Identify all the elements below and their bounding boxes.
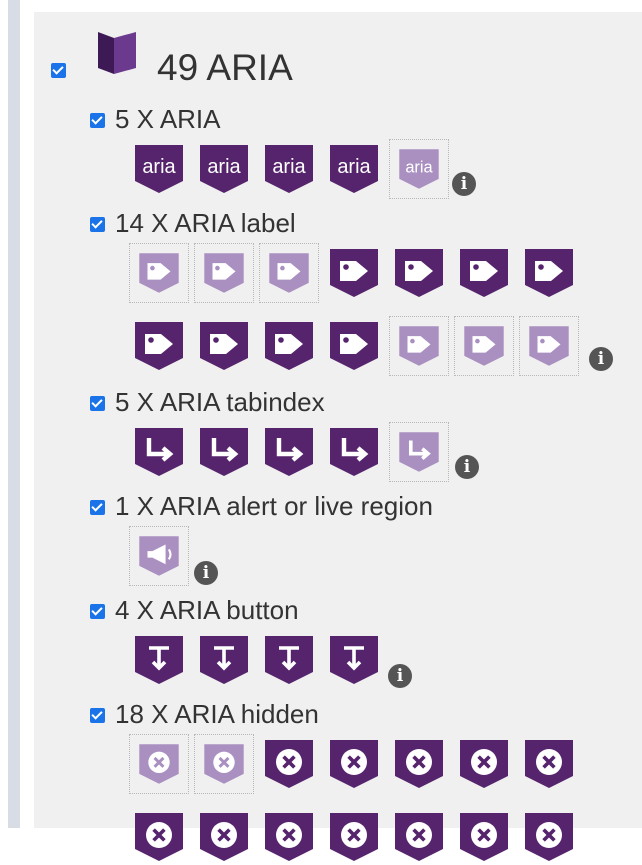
aria-glyph-text: aria <box>337 156 371 178</box>
aria-hidden-x-icon[interactable] <box>521 809 577 865</box>
aria-text-icon[interactable]: aria <box>131 141 187 197</box>
info-icon[interactable]: i <box>388 664 412 688</box>
info-icon[interactable]: i <box>452 172 476 196</box>
aria-label-tag-icon[interactable] <box>131 318 187 374</box>
info-icon[interactable]: i <box>589 347 613 371</box>
aria-hidden-x-icon[interactable] <box>456 809 512 865</box>
checkbox-aria-alert[interactable] <box>90 500 105 515</box>
aria-hidden-x-icon[interactable] <box>456 736 512 792</box>
aria-hidden-x-icon[interactable] <box>391 736 447 792</box>
category-title-aria-tabindex: 5 X ARIA tabindex <box>115 387 325 417</box>
info-icon[interactable]: i <box>194 561 218 585</box>
aria-tabindex-arrow-icon[interactable] <box>131 424 187 480</box>
aria-label-tag-icon[interactable] <box>261 318 317 374</box>
aria-group-checkbox[interactable] <box>51 63 66 78</box>
category-title-aria-label: 14 X ARIA label <box>115 208 296 238</box>
aria-label-tag-icon[interactable] <box>194 243 254 303</box>
aria-label-tag-icon[interactable] <box>521 245 577 301</box>
aria-text-icon[interactable]: aria <box>326 141 382 197</box>
aria-label-tag-icon[interactable] <box>129 243 189 303</box>
aria-button-pointer-icon[interactable] <box>131 632 187 688</box>
aria-label-tag-icon[interactable] <box>454 316 514 376</box>
aria-hidden-x-icon[interactable] <box>326 736 382 792</box>
category-title-aria-alert: 1 X ARIA alert or live region <box>115 491 433 521</box>
aria-glyph-text: aria <box>142 156 176 178</box>
aria-hidden-x-icon[interactable] <box>194 734 254 794</box>
aria-button-pointer-icon[interactable] <box>326 632 382 688</box>
aria-hidden-x-icon[interactable] <box>129 734 189 794</box>
aria-tabindex-arrow-icon[interactable] <box>261 424 317 480</box>
aria-group-title: 49 ARIA <box>157 47 293 88</box>
checkbox-aria-button[interactable] <box>90 604 105 619</box>
checkbox-aria-tabindex[interactable] <box>90 396 105 411</box>
checkbox-aria-label[interactable] <box>90 217 105 232</box>
aria-label-tag-icon[interactable] <box>456 245 512 301</box>
aria-text-icon[interactable]: aria <box>389 139 449 199</box>
aria-text-icon[interactable]: aria <box>261 141 317 197</box>
aria-button-pointer-icon[interactable] <box>261 632 317 688</box>
aria-button-pointer-icon[interactable] <box>196 632 252 688</box>
aria-tabindex-arrow-icon[interactable] <box>196 424 252 480</box>
aria-tabindex-arrow-icon[interactable] <box>389 422 449 482</box>
aria-tabindex-arrow-icon[interactable] <box>326 424 382 480</box>
category-title-aria-button: 4 X ARIA button <box>115 595 299 625</box>
aria-hidden-x-icon[interactable] <box>391 809 447 865</box>
aria-glyph-text: aria <box>207 156 241 178</box>
aria-hidden-x-icon[interactable] <box>521 736 577 792</box>
aria-label-tag-icon[interactable] <box>326 318 382 374</box>
aria-hidden-x-icon[interactable] <box>326 809 382 865</box>
category-title-aria-hidden: 18 X ARIA hidden <box>115 699 319 729</box>
aria-glyph-text: aria <box>405 158 433 176</box>
left-scroll-rail <box>8 0 20 828</box>
aria-label-tag-icon[interactable] <box>391 245 447 301</box>
category-title-aria: 5 X ARIA <box>115 104 221 134</box>
aria-label-tag-icon[interactable] <box>196 318 252 374</box>
aria-text-icon[interactable]: aria <box>196 141 252 197</box>
aria-hidden-x-icon[interactable] <box>261 736 317 792</box>
aria-purple-box-icon <box>94 30 140 76</box>
aria-hidden-x-icon[interactable] <box>196 809 252 865</box>
aria-glyph-text: aria <box>272 156 306 178</box>
aria-label-tag-icon[interactable] <box>389 316 449 376</box>
aria-hidden-x-icon[interactable] <box>261 809 317 865</box>
aria-alert-megaphone-icon[interactable] <box>129 526 189 586</box>
aria-label-tag-icon[interactable] <box>519 316 579 376</box>
info-icon[interactable]: i <box>455 455 479 479</box>
checkbox-aria-hidden[interactable] <box>90 708 105 723</box>
checkbox-aria[interactable] <box>90 113 105 128</box>
aria-hidden-x-icon[interactable] <box>131 809 187 865</box>
aria-label-tag-icon[interactable] <box>259 243 319 303</box>
aria-label-tag-icon[interactable] <box>326 245 382 301</box>
